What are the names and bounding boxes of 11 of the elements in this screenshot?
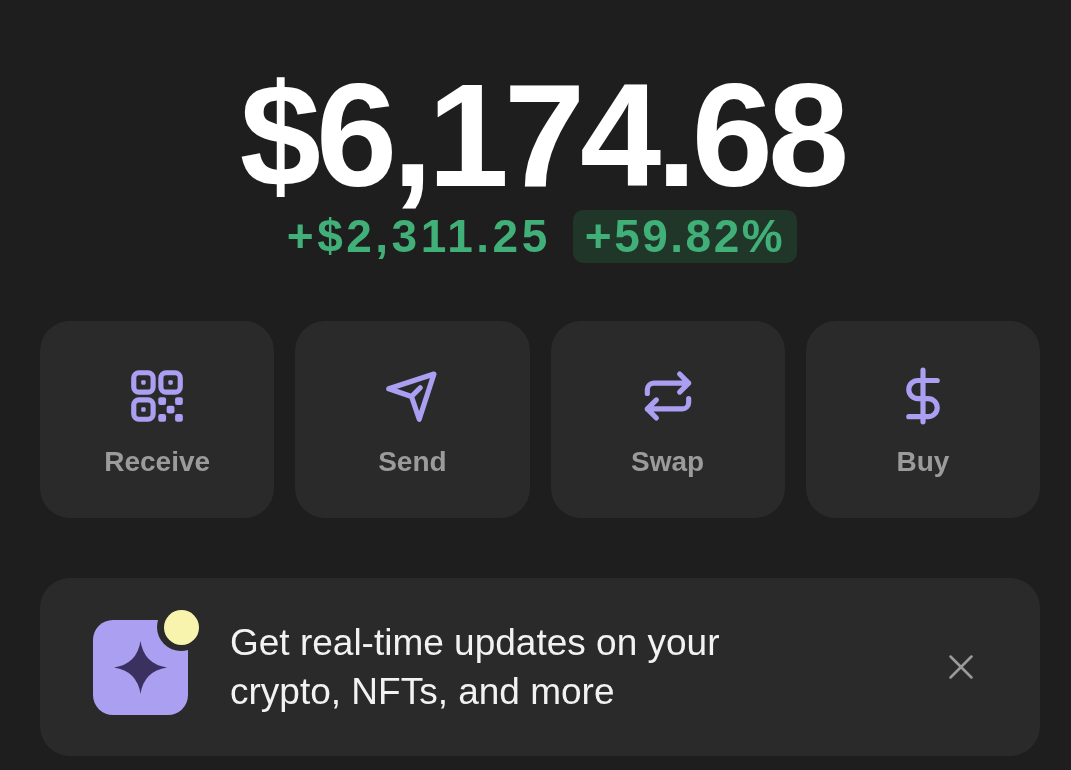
percent-change-badge: +59.82% [572, 210, 798, 263]
sparkle-icon [93, 619, 188, 715]
action-button[interactable]: Receive [40, 321, 275, 518]
banner-text: Get real-time updates on your crypto, NFTs, and more [230, 621, 721, 714]
change-amount: +$2,311.25 [286, 210, 551, 263]
action-button[interactable]: Buy [805, 321, 1040, 518]
action-button[interactable]: Swap [550, 321, 785, 518]
action-button[interactable]: Send [295, 321, 530, 518]
close-button[interactable] [947, 653, 975, 681]
balance-amount: $6,174.68 [238, 63, 845, 209]
close-icon [947, 653, 975, 681]
